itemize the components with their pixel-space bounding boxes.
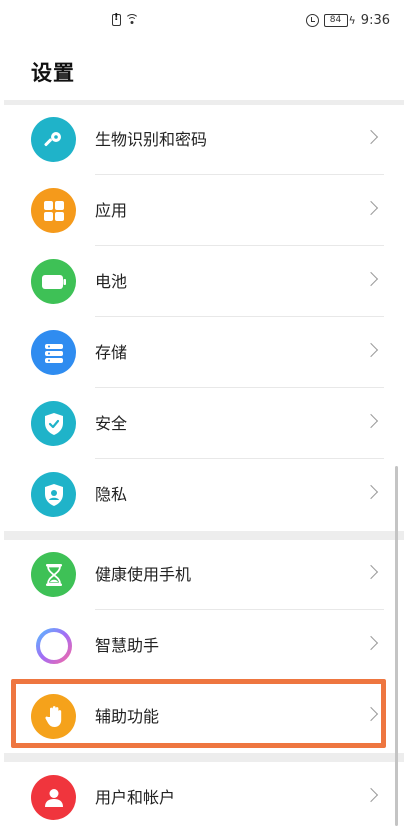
settings-item-label: 健康使用手机 [95, 565, 192, 584]
scrollbar[interactable] [395, 466, 398, 826]
status-time: 9:36 [360, 13, 390, 28]
settings-item-users-accounts[interactable]: 用户和帐户 [0, 762, 408, 828]
chevron-right-icon [363, 413, 379, 429]
settings-item-smart-assistant[interactable]: 智慧助手 [0, 610, 408, 681]
settings-item-label: 存储 [95, 343, 128, 362]
battery-icon [31, 259, 76, 304]
settings-item-digital-balance[interactable]: 健康使用手机 [0, 539, 408, 610]
status-left [112, 12, 139, 26]
settings-item-label: 安全 [95, 414, 128, 433]
chevron-right-icon [363, 564, 379, 580]
settings-item-privacy[interactable]: 隐私 [0, 459, 408, 530]
chevron-right-icon [363, 200, 379, 216]
status-bar: 84 ϟ 9:36 [0, 0, 408, 44]
settings-item-battery[interactable]: 电池 [0, 246, 408, 317]
sim-alert-icon [112, 12, 121, 26]
privacy-shield-icon [31, 472, 76, 517]
section-divider [4, 753, 404, 762]
alarm-icon [305, 14, 319, 27]
assistant-ring-icon [31, 623, 76, 668]
key-icon [31, 117, 76, 162]
status-right: 84 ϟ 9:36 [305, 13, 390, 28]
settings-item-label: 隐私 [95, 485, 128, 504]
settings-item-apps[interactable]: 应用 [0, 175, 408, 246]
settings-item-label: 智慧助手 [95, 636, 160, 655]
apps-grid-icon [31, 188, 76, 233]
chevron-right-icon [363, 342, 379, 358]
hourglass-icon [31, 552, 76, 597]
user-icon [31, 775, 76, 820]
settings-item-security[interactable]: 安全 [0, 388, 408, 459]
chevron-right-icon [363, 484, 379, 500]
settings-item-label: 应用 [95, 201, 128, 220]
chevron-right-icon [363, 635, 379, 651]
chevron-right-icon [363, 271, 379, 287]
storage-icon [31, 330, 76, 375]
highlight-box [11, 679, 386, 748]
settings-item-storage[interactable]: 存储 [0, 317, 408, 388]
shield-check-icon [31, 401, 76, 446]
settings-item-biometrics-password[interactable]: 生物识别和密码 [0, 104, 408, 175]
battery-indicator: 84 ϟ [323, 14, 356, 27]
chevron-right-icon [363, 129, 379, 145]
wifi-icon [125, 14, 139, 26]
battery-level: 84 [323, 14, 348, 27]
settings-item-label: 生物识别和密码 [95, 130, 208, 149]
chevron-right-icon [363, 787, 379, 803]
settings-item-label: 电池 [95, 272, 128, 291]
page-title: 设置 [31, 61, 75, 85]
charging-icon: ϟ [348, 14, 356, 27]
settings-item-label: 用户和帐户 [95, 788, 176, 807]
